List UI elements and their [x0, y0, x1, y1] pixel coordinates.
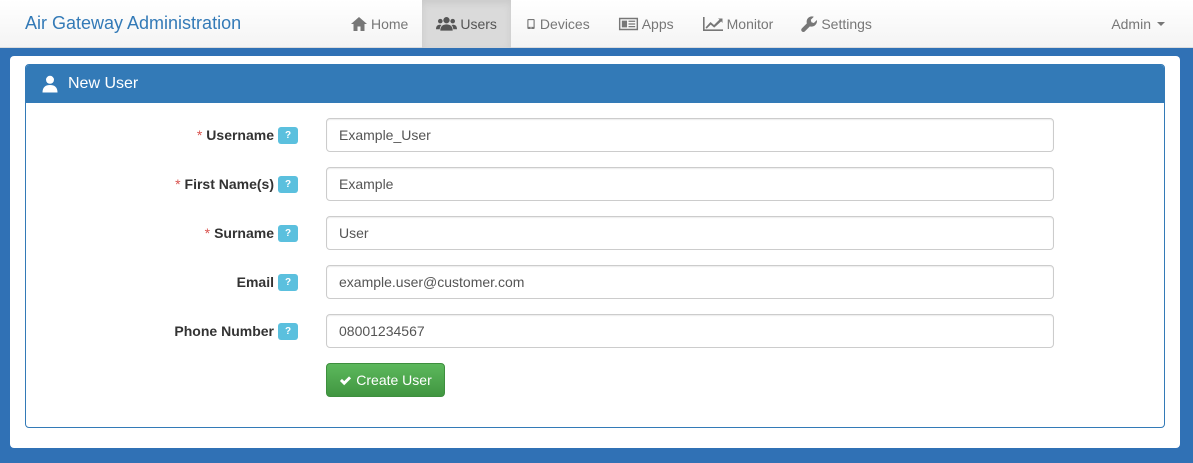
- first-name-input[interactable]: [326, 167, 1054, 201]
- users-icon: [436, 16, 458, 32]
- caret-down-icon: [1157, 22, 1165, 26]
- check-icon: [340, 375, 352, 385]
- nav-devices-label: Devices: [539, 16, 590, 32]
- help-icon[interactable]: ?: [278, 273, 298, 291]
- nav-users-label: Users: [460, 16, 497, 32]
- phone-input[interactable]: [326, 314, 1054, 348]
- create-user-label: Create User: [356, 372, 432, 388]
- email-input[interactable]: [326, 265, 1054, 299]
- new-user-panel: New User * Username ? * First Name(s) ? …: [25, 64, 1165, 428]
- form-row-phone: Phone Number ?: [26, 314, 1166, 348]
- apps-icon: [618, 16, 639, 32]
- nav-monitor-label: Monitor: [726, 16, 774, 32]
- create-user-button[interactable]: Create User: [326, 363, 445, 397]
- wrench-icon: [801, 15, 818, 33]
- chart-line-icon: [702, 16, 724, 32]
- admin-label: Admin: [1111, 16, 1151, 32]
- nav-monitor[interactable]: Monitor: [688, 0, 788, 48]
- surname-input[interactable]: [326, 216, 1054, 250]
- help-icon[interactable]: ?: [278, 126, 298, 144]
- form-row-email: Email ?: [26, 265, 1166, 299]
- required-marker: *: [196, 127, 203, 143]
- phone-label: Phone Number ?: [174, 314, 298, 348]
- nav-settings-label: Settings: [821, 16, 872, 32]
- nav-users[interactable]: Users: [422, 0, 511, 48]
- top-navbar: Air Gateway Administration Home Users De…: [0, 0, 1193, 48]
- required-marker: *: [175, 176, 181, 192]
- help-icon[interactable]: ?: [278, 224, 298, 242]
- mobile-icon: [525, 16, 537, 32]
- first-name-label: * First Name(s) ?: [175, 167, 298, 201]
- nav-home-label: Home: [371, 16, 409, 32]
- main-nav: Home Users Devices Apps Monitor Settings: [336, 0, 886, 48]
- username-input[interactable]: [326, 118, 1054, 152]
- form-row-surname: * Surname ?: [26, 216, 1166, 250]
- user-icon: [42, 75, 58, 93]
- admin-dropdown[interactable]: Admin: [1111, 0, 1165, 48]
- form-row-username: * Username ?: [26, 118, 1166, 152]
- nav-apps-label: Apps: [641, 16, 674, 32]
- help-icon[interactable]: ?: [278, 175, 298, 193]
- username-label: * Username ?: [197, 118, 298, 152]
- form-row-first-name: * First Name(s) ?: [26, 167, 1166, 201]
- nav-home[interactable]: Home: [336, 0, 422, 48]
- nav-settings[interactable]: Settings: [787, 0, 886, 48]
- brand-title[interactable]: Air Gateway Administration: [25, 13, 241, 34]
- panel-heading: New User: [26, 65, 1164, 103]
- panel-title: New User: [68, 75, 139, 92]
- required-marker: *: [204, 225, 211, 241]
- nav-apps[interactable]: Apps: [604, 0, 688, 48]
- surname-label: * Surname ?: [205, 216, 298, 250]
- nav-devices[interactable]: Devices: [511, 0, 604, 48]
- help-icon[interactable]: ?: [278, 322, 298, 340]
- home-icon: [350, 16, 368, 32]
- content-card: New User * Username ? * First Name(s) ? …: [10, 56, 1180, 448]
- email-label: Email ?: [237, 265, 298, 299]
